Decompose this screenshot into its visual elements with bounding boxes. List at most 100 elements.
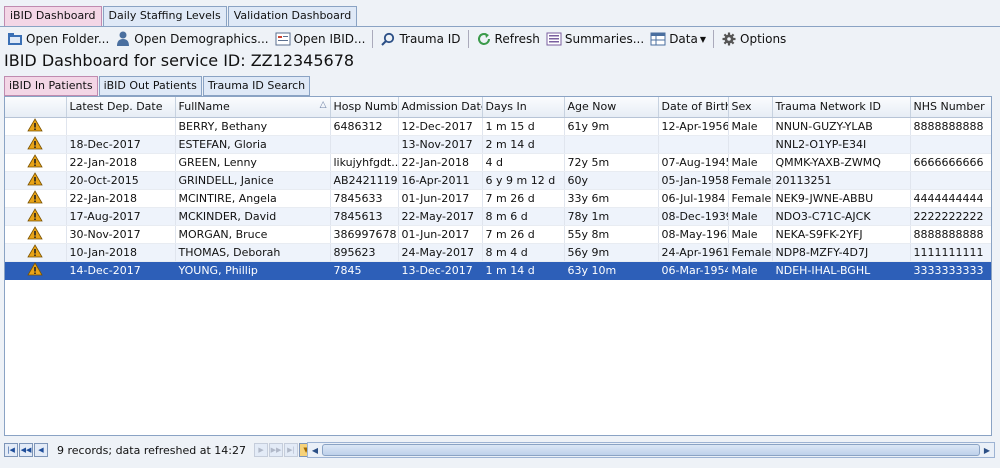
table-cell: [910, 135, 991, 154]
table-row[interactable]: 22-Jan-2018 GREEN, Lenny likujyhfgdt... 22-…: [5, 153, 991, 172]
tab-validation-dashboard[interactable]: Validation Dashboard: [227, 6, 358, 26]
table-cell: 30-Nov-2017: [66, 225, 176, 244]
column-header-hosp-number[interactable]: Hosp Number: [330, 97, 399, 118]
table-cell: 6666666666: [910, 153, 991, 172]
table-cell: 895623: [330, 243, 399, 262]
table-cell: 16-Apr-2011: [398, 171, 483, 190]
column-header-date-of-birth[interactable]: Date of Birth: [658, 97, 729, 118]
gear-icon: [721, 31, 737, 47]
row-warning-cell: [5, 189, 67, 208]
row-warning-cell: [5, 171, 67, 190]
warning-icon: [27, 153, 43, 167]
data-menu-button[interactable]: Data ▼: [647, 29, 709, 49]
table-cell: 2 m 14 d: [482, 135, 565, 154]
table-cell: 10-Jan-2018: [66, 243, 176, 262]
refresh-icon: [476, 31, 492, 47]
trauma-id-button[interactable]: Trauma ID: [377, 29, 463, 49]
table-cell: 22-Jan-2018: [66, 153, 176, 172]
options-label: Options: [740, 32, 787, 46]
tab-daily-staffing-levels[interactable]: Daily Staffing Levels: [102, 6, 227, 26]
tab-ibid-dashboard[interactable]: iBID Dashboard: [4, 6, 102, 26]
table-cell: NNUN-GUZY-YLAB: [772, 117, 911, 136]
table-cell: NDP8-MZFY-4D7J: [772, 243, 911, 262]
next-record-icon[interactable]: ▶: [254, 443, 269, 457]
next-page-icon[interactable]: ▶▶: [269, 443, 284, 457]
folder-icon: [7, 31, 23, 47]
table-cell: 05-Jan-1958: [658, 171, 729, 190]
toolbar-separator: [713, 30, 714, 48]
options-button[interactable]: Options: [718, 29, 789, 49]
column-header-trauma-network-id[interactable]: Trauma Network ID: [772, 97, 911, 118]
table-cell: 24-Apr-1961: [658, 243, 729, 262]
table-row[interactable]: 17-Aug-2017 MCKINDER, David 7845613 22-May-…: [5, 207, 991, 226]
table-cell: 20-Oct-2015: [66, 171, 176, 190]
open-demographics-button[interactable]: Open Demographics...: [112, 29, 271, 49]
open-ibid-button[interactable]: Open IBID...: [272, 29, 369, 49]
table-row[interactable]: BERRY, Bethany 6486312 12-Dec-2017 1 m 15 d…: [5, 117, 991, 136]
summaries-button[interactable]: Summaries...: [543, 29, 647, 49]
table-cell: 7845633: [330, 189, 399, 208]
table-cell: likujyhfgdt...: [330, 153, 399, 172]
open-folder-button[interactable]: Open Folder...: [4, 29, 112, 49]
grid-header-row: Latest Dep. Date FullName △ Hosp Number A…: [5, 97, 991, 118]
table-cell: 08-Dec-1939: [658, 207, 729, 226]
last-page-icon[interactable]: ▶|: [284, 443, 299, 457]
table-row[interactable]: 14-Dec-2017 YOUNG, Phillip 7845 13-Dec-2017…: [5, 261, 991, 280]
table-cell: 12-Apr-1956: [658, 117, 729, 136]
column-header-sex[interactable]: Sex: [728, 97, 773, 118]
table-cell: 14-Dec-2017: [66, 261, 176, 280]
table-cell: 24-May-2017: [398, 243, 483, 262]
prev-page-icon[interactable]: ◀◀: [19, 443, 33, 457]
column-header-days-in[interactable]: Days In: [482, 97, 565, 118]
table-row[interactable]: 20-Oct-2015 GRINDELL, Janice AB24211193 16-…: [5, 171, 991, 190]
open-demographics-label: Open Demographics...: [134, 32, 269, 46]
tab-divider: [0, 26, 1000, 27]
table-cell: 01-Jun-2017: [398, 189, 483, 208]
table-cell: Female: [728, 243, 773, 262]
scroll-left-icon[interactable]: ◀: [309, 444, 321, 456]
row-warning-cell: [5, 117, 67, 136]
toolbar: Open Folder... Open Demographics... Open…: [4, 29, 789, 49]
first-page-icon[interactable]: |◀: [4, 443, 18, 457]
table-cell: Male: [728, 261, 773, 280]
warning-icon: [27, 171, 43, 185]
table-row[interactable]: 10-Jan-2018 THOMAS, Deborah 895623 24-May-2…: [5, 243, 991, 262]
column-header-age-now[interactable]: Age Now: [564, 97, 659, 118]
column-header-nhs-number[interactable]: NHS Number: [910, 97, 991, 118]
scroll-right-icon[interactable]: ▶: [981, 444, 993, 456]
table-row[interactable]: 22-Jan-2018 MCINTIRE, Angela 7845633 01-Jun…: [5, 189, 991, 208]
table-cell: 1 m 14 d: [482, 261, 565, 280]
table-cell: ESTEFAN, Gloria: [175, 135, 331, 154]
tab-trauma-id-search[interactable]: Trauma ID Search: [202, 76, 311, 96]
prev-record-icon[interactable]: ◀: [34, 443, 48, 457]
tab-ibid-out-patients[interactable]: iBID Out Patients: [98, 76, 202, 96]
table-cell: NEKA-S9FK-2YFJ: [772, 225, 911, 244]
table-cell: 8888888888: [910, 117, 991, 136]
column-header-status[interactable]: [5, 97, 67, 118]
table-cell: 7 m 26 d: [482, 225, 565, 244]
warning-icon: [27, 207, 43, 221]
table-row[interactable]: 18-Dec-2017 ESTEFAN, Gloria 13-Nov-2017 2 m…: [5, 135, 991, 154]
column-header-admission-date[interactable]: Admission Date: [398, 97, 483, 118]
table-cell: YOUNG, Phillip: [175, 261, 331, 280]
table-cell: Male: [728, 225, 773, 244]
horizontal-scrollbar[interactable]: ◀ ▶: [307, 442, 995, 458]
table-cell: QMMK-YAXB-ZWMQ: [772, 153, 911, 172]
column-header-latest-dep-date[interactable]: Latest Dep. Date: [66, 97, 176, 118]
chevron-down-icon: ▼: [699, 34, 706, 44]
scrollbar-thumb[interactable]: [322, 444, 980, 456]
table-row[interactable]: 30-Nov-2017 MORGAN, Bruce 386997678 01-Jun-…: [5, 225, 991, 244]
refresh-button[interactable]: Refresh: [473, 29, 543, 49]
trauma-id-label: Trauma ID: [399, 32, 461, 46]
patient-grid: Latest Dep. Date FullName △ Hosp Number A…: [4, 96, 992, 436]
table-cell: THOMAS, Deborah: [175, 243, 331, 262]
table-cell: NDEH-IHAL-BGHL: [772, 261, 911, 280]
table-cell: GREEN, Lenny: [175, 153, 331, 172]
tab-ibid-in-patients[interactable]: iBID In Patients: [4, 76, 98, 96]
open-ibid-label: Open IBID...: [293, 32, 366, 46]
form-icon: [275, 31, 291, 47]
table-cell: 12-Dec-2017: [398, 117, 483, 136]
column-header-fullname[interactable]: FullName △: [175, 97, 331, 118]
refresh-label: Refresh: [494, 32, 540, 46]
table-cell: 7845613: [330, 207, 399, 226]
